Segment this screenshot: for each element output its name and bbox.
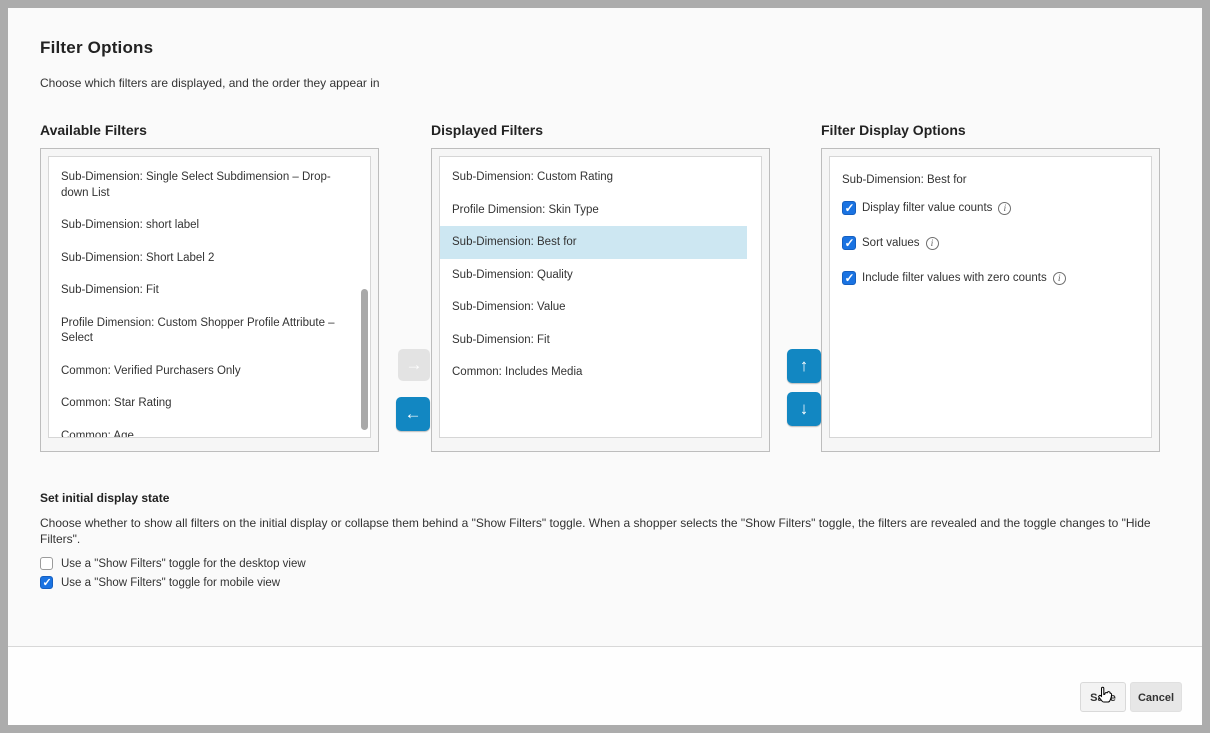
initial-display-checkbox-row: Use a "Show Filters" toggle for mobile v… xyxy=(40,573,306,592)
available-filters-listbox: Sub-Dimension: Single Select Subdimensio… xyxy=(40,148,379,452)
available-filter-item[interactable]: Sub-Dimension: Short Label 2 xyxy=(49,242,356,275)
displayed-filter-item[interactable]: Common: Includes Media xyxy=(440,356,747,389)
display-option-row: Sort values i xyxy=(830,225,1137,260)
filter-options-dialog: Filter Options Choose which filters are … xyxy=(0,0,1210,733)
available-filters-scrollbar-track[interactable] xyxy=(360,158,369,436)
displayed-filter-item[interactable]: Sub-Dimension: Value xyxy=(440,291,747,324)
displayed-filter-item[interactable]: Sub-Dimension: Quality xyxy=(440,259,747,292)
display-option-row: Include filter values with zero counts i xyxy=(830,260,1137,295)
info-icon[interactable]: i xyxy=(998,202,1011,215)
available-filters-list[interactable]: Sub-Dimension: Single Select Subdimensio… xyxy=(48,156,371,438)
displayed-filters-list[interactable]: Sub-Dimension: Custom RatingProfile Dime… xyxy=(439,156,762,438)
move-filter-up-button[interactable]: ↑ xyxy=(787,349,821,383)
display-option-checkbox[interactable] xyxy=(842,236,856,250)
displayed-filter-item[interactable]: Sub-Dimension: Best for xyxy=(440,226,747,259)
show-filters-toggle-label: Use a "Show Filters" toggle for mobile v… xyxy=(61,577,280,589)
display-option-label: Include filter values with zero counts xyxy=(862,272,1047,284)
available-filter-item[interactable]: Common: Verified Purchasers Only xyxy=(49,355,356,388)
page-title: Filter Options xyxy=(40,38,153,58)
arrow-left-icon: ← xyxy=(405,404,422,423)
available-filters-heading: Available Filters xyxy=(40,122,147,138)
selected-filter-name: Sub-Dimension: Best for xyxy=(830,161,1137,190)
display-option-label: Sort values xyxy=(862,237,920,249)
footer-bar: Save Cancel xyxy=(8,647,1202,725)
available-filter-item[interactable]: Sub-Dimension: Fit xyxy=(49,274,356,307)
move-to-available-button[interactable]: ← xyxy=(396,397,430,431)
filter-display-options-heading: Filter Display Options xyxy=(821,122,966,138)
display-option-label: Display filter value counts xyxy=(862,202,992,214)
available-filter-item[interactable]: Common: Star Rating xyxy=(49,387,356,420)
available-filter-item[interactable]: Profile Dimension: Custom Shopper Profil… xyxy=(49,307,356,355)
arrow-right-icon: → xyxy=(406,355,423,374)
info-icon[interactable]: i xyxy=(1053,272,1066,285)
available-filter-item[interactable]: Common: Age xyxy=(49,420,356,438)
page-subtitle: Choose which filters are displayed, and … xyxy=(40,76,380,90)
displayed-filter-item[interactable]: Sub-Dimension: Fit xyxy=(440,324,747,357)
show-filters-toggle-checkbox[interactable] xyxy=(40,557,53,570)
displayed-filters-heading: Displayed Filters xyxy=(431,122,543,138)
move-filter-down-button[interactable]: ↓ xyxy=(787,392,821,426)
displayed-filters-listbox: Sub-Dimension: Custom RatingProfile Dime… xyxy=(431,148,770,452)
display-option-row: Display filter value counts i xyxy=(830,190,1137,225)
display-option-checkbox[interactable] xyxy=(842,271,856,285)
available-filter-item[interactable]: Sub-Dimension: Single Select Subdimensio… xyxy=(49,161,356,209)
arrow-down-icon: ↓ xyxy=(800,399,809,418)
displayed-filter-item[interactable]: Profile Dimension: Skin Type xyxy=(440,194,747,227)
initial-display-heading: Set initial display state xyxy=(40,491,169,505)
arrow-up-icon: ↑ xyxy=(800,356,809,375)
initial-display-checkbox-row: Use a "Show Filters" toggle for the desk… xyxy=(40,554,306,573)
cancel-button[interactable]: Cancel xyxy=(1130,682,1182,712)
available-filters-scrollbar-thumb[interactable] xyxy=(361,289,368,431)
initial-display-description: Choose whether to show all filters on th… xyxy=(40,516,1168,548)
show-filters-toggle-checkbox[interactable] xyxy=(40,576,53,589)
filter-display-options-panel: Sub-Dimension: Best forDisplay filter va… xyxy=(821,148,1160,452)
info-icon[interactable]: i xyxy=(926,237,939,250)
initial-display-checkbox-group: Use a "Show Filters" toggle for the desk… xyxy=(40,554,306,592)
filter-display-options-content: Sub-Dimension: Best forDisplay filter va… xyxy=(829,156,1152,438)
save-button[interactable]: Save xyxy=(1080,682,1126,712)
show-filters-toggle-label: Use a "Show Filters" toggle for the desk… xyxy=(61,558,306,570)
available-filter-item[interactable]: Sub-Dimension: short label xyxy=(49,209,356,242)
displayed-filter-item[interactable]: Sub-Dimension: Custom Rating xyxy=(440,161,747,194)
move-to-displayed-button[interactable]: → xyxy=(398,349,430,381)
display-option-checkbox[interactable] xyxy=(842,201,856,215)
